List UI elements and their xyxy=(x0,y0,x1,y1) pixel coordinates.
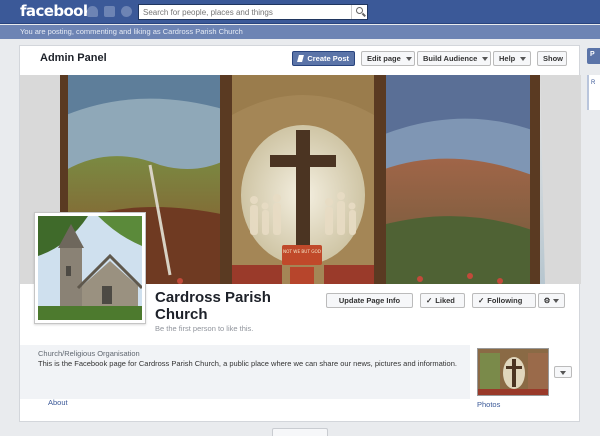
friends-icon[interactable] xyxy=(87,6,98,17)
update-page-info-label: Update Page Info xyxy=(338,296,401,305)
like-count-note: Be the first person to like this. xyxy=(155,324,254,333)
page-card: Admin Panel Create Post Edit page Build … xyxy=(19,45,581,422)
search-icon[interactable] xyxy=(351,5,367,19)
admin-panel-title: Admin Panel xyxy=(40,52,107,64)
timeline-tab-stub[interactable] xyxy=(272,428,328,436)
help-label: Help xyxy=(499,54,516,63)
gear-icon: ⚙ xyxy=(543,296,551,305)
checkmark-icon: ✓ xyxy=(478,296,485,305)
photos-thumbnail-image xyxy=(478,349,548,395)
help-button[interactable]: Help xyxy=(493,51,531,66)
chevron-down-icon[interactable] xyxy=(554,366,572,378)
page-info-section: Church/Religious Organisation This is th… xyxy=(20,345,470,399)
page-title: Cardross Parish Church xyxy=(155,289,271,323)
profile-picture[interactable] xyxy=(34,212,146,324)
facebook-logo[interactable]: facebook xyxy=(20,2,93,20)
settings-button[interactable]: ⚙ xyxy=(538,293,565,308)
cover-banner-text: NOT WE BUT GOD xyxy=(283,249,321,254)
page-category[interactable]: Church/Religious Organisation xyxy=(38,349,140,358)
build-audience-label: Build Audience xyxy=(423,54,478,63)
page-description: This is the Facebook page for Cardross P… xyxy=(38,359,457,368)
top-navigation-bar: facebook xyxy=(0,0,600,24)
create-post-button[interactable]: Create Post xyxy=(292,51,355,66)
pencil-icon xyxy=(297,55,305,62)
build-audience-button[interactable]: Build Audience xyxy=(417,51,491,66)
following-button[interactable]: ✓ Following xyxy=(472,293,536,308)
edit-page-label: Edit page xyxy=(367,54,401,63)
right-panel-label: R xyxy=(591,80,596,86)
checkmark-icon: ✓ xyxy=(426,296,433,305)
church-photo xyxy=(38,216,144,320)
posting-as-bar: You are posting, commenting and liking a… xyxy=(0,25,600,39)
search-box xyxy=(138,4,368,20)
chevron-down-icon xyxy=(405,56,412,61)
jewel-icons xyxy=(87,6,132,17)
notifications-globe-icon[interactable] xyxy=(121,6,132,17)
photos-link[interactable]: Photos xyxy=(477,400,500,409)
show-button[interactable]: Show xyxy=(537,51,567,66)
liked-label: Liked xyxy=(435,296,455,305)
right-edge-button[interactable]: P xyxy=(587,48,600,64)
posting-as-text: You are posting, commenting and liking a… xyxy=(20,27,243,36)
show-label: Show xyxy=(543,54,563,63)
edit-page-button[interactable]: Edit page xyxy=(361,51,415,66)
photos-thumbnail[interactable] xyxy=(477,348,549,396)
chevron-down-icon xyxy=(520,56,527,61)
chevron-down-icon xyxy=(553,298,560,303)
search-input[interactable] xyxy=(139,5,349,19)
following-label: Following xyxy=(487,296,523,305)
update-page-info-button[interactable]: Update Page Info xyxy=(326,293,413,308)
messages-icon[interactable] xyxy=(104,6,115,17)
liked-button[interactable]: ✓ Liked xyxy=(420,293,465,308)
chevron-down-icon xyxy=(482,56,489,61)
about-link[interactable]: About xyxy=(48,398,68,407)
create-post-label: Create Post xyxy=(307,54,349,63)
right-side-panel: R xyxy=(587,75,600,110)
